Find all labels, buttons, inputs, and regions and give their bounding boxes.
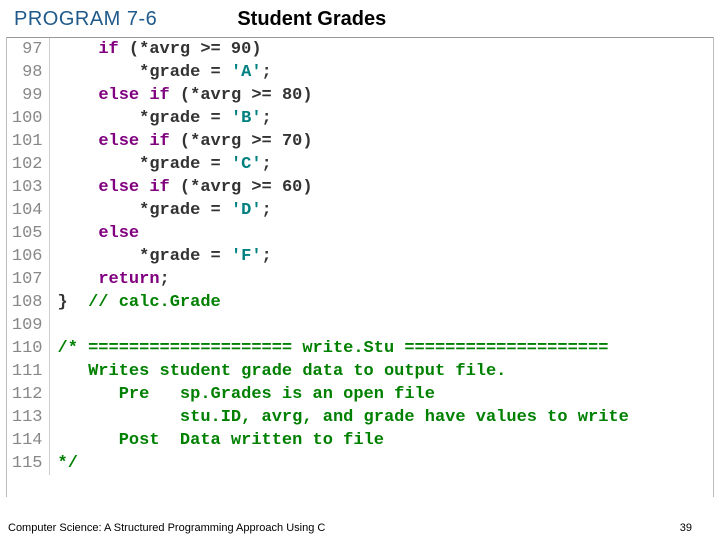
code-text: Writes student grade data to output file… xyxy=(49,360,713,383)
code-line: 108} // calc.Grade xyxy=(7,291,713,314)
line-number: 114 xyxy=(7,429,49,452)
code-listing: 97 if (*avrg >= 90)98 *grade = 'A';99 el… xyxy=(6,37,714,497)
code-text: else if (*avrg >= 60) xyxy=(49,176,713,199)
line-number: 109 xyxy=(7,314,49,337)
code-line: 107 return; xyxy=(7,268,713,291)
line-number: 101 xyxy=(7,130,49,153)
line-number: 108 xyxy=(7,291,49,314)
line-number: 97 xyxy=(7,38,49,61)
code-line: 106 *grade = 'F'; xyxy=(7,245,713,268)
code-text: /* ==================== write.Stu ======… xyxy=(49,337,713,360)
line-number: 110 xyxy=(7,337,49,360)
code-text: else if (*avrg >= 80) xyxy=(49,84,713,107)
code-text: *grade = 'B'; xyxy=(49,107,713,130)
code-text: *grade = 'C'; xyxy=(49,153,713,176)
code-text: stu.ID, avrg, and grade have values to w… xyxy=(49,406,713,429)
code-line: 101 else if (*avrg >= 70) xyxy=(7,130,713,153)
code-line: 115*/ xyxy=(7,452,713,475)
code-line: 99 else if (*avrg >= 80) xyxy=(7,84,713,107)
line-number: 115 xyxy=(7,452,49,475)
line-number: 105 xyxy=(7,222,49,245)
code-line: 114 Post Data written to file xyxy=(7,429,713,452)
code-line: 97 if (*avrg >= 90) xyxy=(7,38,713,61)
line-number: 104 xyxy=(7,199,49,222)
code-line: 109 xyxy=(7,314,713,337)
code-text: Post Data written to file xyxy=(49,429,713,452)
code-line: 104 *grade = 'D'; xyxy=(7,199,713,222)
program-label: PROGRAM 7-6 xyxy=(14,8,157,31)
code-text: *grade = 'A'; xyxy=(49,61,713,84)
line-number: 112 xyxy=(7,383,49,406)
code-line: 100 *grade = 'B'; xyxy=(7,107,713,130)
line-number: 100 xyxy=(7,107,49,130)
line-number: 111 xyxy=(7,360,49,383)
line-number: 98 xyxy=(7,61,49,84)
code-line: 102 *grade = 'C'; xyxy=(7,153,713,176)
code-text: *grade = 'F'; xyxy=(49,245,713,268)
code-line: 98 *grade = 'A'; xyxy=(7,61,713,84)
header: PROGRAM 7-6 Student Grades xyxy=(0,0,720,37)
code-text: */ xyxy=(49,452,713,475)
code-table: 97 if (*avrg >= 90)98 *grade = 'A';99 el… xyxy=(7,38,713,475)
code-text xyxy=(49,314,713,337)
slide: PROGRAM 7-6 Student Grades 97 if (*avrg … xyxy=(0,0,720,540)
code-text: *grade = 'D'; xyxy=(49,199,713,222)
line-number: 103 xyxy=(7,176,49,199)
code-text: return; xyxy=(49,268,713,291)
footer-page-number: 39 xyxy=(680,522,692,534)
line-number: 99 xyxy=(7,84,49,107)
line-number: 102 xyxy=(7,153,49,176)
code-text: else xyxy=(49,222,713,245)
code-line: 112 Pre sp.Grades is an open file xyxy=(7,383,713,406)
page-title: Student Grades xyxy=(237,8,386,31)
code-text: Pre sp.Grades is an open file xyxy=(49,383,713,406)
line-number: 107 xyxy=(7,268,49,291)
code-line: 105 else xyxy=(7,222,713,245)
code-line: 113 stu.ID, avrg, and grade have values … xyxy=(7,406,713,429)
code-text: else if (*avrg >= 70) xyxy=(49,130,713,153)
code-line: 111 Writes student grade data to output … xyxy=(7,360,713,383)
footer-left: Computer Science: A Structured Programmi… xyxy=(8,522,325,534)
code-line: 110/* ==================== write.Stu ===… xyxy=(7,337,713,360)
code-text: } // calc.Grade xyxy=(49,291,713,314)
line-number: 113 xyxy=(7,406,49,429)
code-line: 103 else if (*avrg >= 60) xyxy=(7,176,713,199)
line-number: 106 xyxy=(7,245,49,268)
footer: Computer Science: A Structured Programmi… xyxy=(0,522,720,534)
code-text: if (*avrg >= 90) xyxy=(49,38,713,61)
